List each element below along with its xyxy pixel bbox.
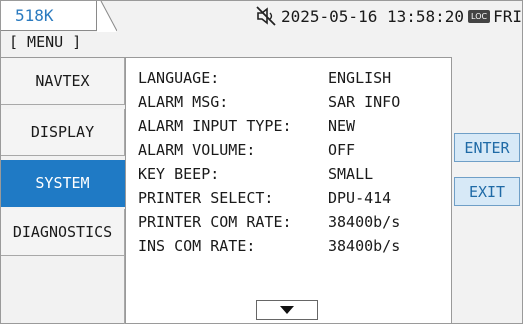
speaker-muted-icon (256, 6, 276, 26)
setting-row-printer-com-rate[interactable]: PRINTER COM RATE: 38400b/s (138, 210, 448, 234)
nav-item-label: DIAGNOSTICS (12, 223, 113, 241)
setting-row-alarm-msg[interactable]: ALARM MSG: SAR INFO (138, 90, 448, 114)
nav-item-display[interactable]: DISPLAY (1, 109, 125, 156)
setting-row-alarm-input-type[interactable]: ALARM INPUT TYPE: NEW (138, 114, 448, 138)
nav-item-label: DISPLAY (30, 123, 95, 141)
scroll-down-button[interactable] (256, 300, 318, 320)
setting-label: PRINTER SELECT: (138, 189, 274, 207)
nav-item-navtex[interactable]: NAVTEX (1, 58, 125, 105)
exit-label: EXIT (468, 182, 506, 201)
setting-value: 38400b/s (328, 237, 401, 255)
setting-label: ALARM VOLUME: (138, 141, 256, 159)
softkey-column: ENTER EXIT (452, 57, 522, 323)
menu-label: [ MENU ] (9, 33, 82, 51)
header-bar: 518K 2025-05-16 13:58:20 LOC FRI [ MENU … (1, 1, 522, 51)
nav-item-label: SYSTEM (35, 174, 90, 192)
setting-label: ALARM MSG: (138, 93, 229, 111)
setting-value: NEW (328, 117, 356, 135)
setting-value: 38400b/s (328, 213, 401, 231)
status-area: 2025-05-16 13:58:20 LOC FRI (255, 1, 522, 31)
enter-label: ENTER (464, 138, 510, 157)
setting-row-ins-com-rate[interactable]: INS COM RATE: 38400b/s (138, 234, 448, 258)
frequency-tab-edge (97, 1, 117, 32)
loc-badge: LOC (468, 9, 491, 23)
setting-label: INS COM RATE: (138, 237, 256, 255)
system-settings-panel: LANGUAGE: ENGLISH ALARM MSG: SAR INFO AL… (125, 57, 452, 323)
frequency-label: 518K (15, 6, 54, 25)
nav-item-label: NAVTEX (35, 72, 90, 90)
setting-label: ALARM INPUT TYPE: (138, 117, 292, 135)
setting-value: SMALL (328, 165, 374, 183)
nav-item-system[interactable]: SYSTEM (1, 160, 125, 207)
navtex-screen: 518K 2025-05-16 13:58:20 LOC FRI [ MENU … (0, 0, 523, 324)
triangle-down-icon (280, 306, 294, 314)
day-of-week: FRI (493, 6, 522, 26)
setting-value: DPU-414 (328, 189, 392, 207)
enter-button[interactable]: ENTER (454, 133, 520, 162)
setting-row-key-beep[interactable]: KEY BEEP: SMALL (138, 162, 448, 186)
nav-item-diagnostics[interactable]: DIAGNOSTICS (1, 209, 125, 256)
frequency-tab[interactable]: 518K (1, 1, 97, 31)
setting-label: LANGUAGE: (138, 69, 220, 87)
exit-button[interactable]: EXIT (454, 177, 520, 206)
setting-row-printer-select[interactable]: PRINTER SELECT: DPU-414 (138, 186, 448, 210)
setting-row-language[interactable]: LANGUAGE: ENGLISH (138, 66, 448, 90)
setting-row-alarm-volume[interactable]: ALARM VOLUME: OFF (138, 138, 448, 162)
menu-nav: NAVTEX DISPLAY SYSTEM DIAGNOSTICS (1, 57, 125, 324)
datetime: 2025-05-16 13:58:20 (281, 6, 465, 26)
setting-value: ENGLISH (328, 69, 392, 87)
setting-label: KEY BEEP: (138, 165, 220, 183)
setting-value: SAR INFO (328, 93, 401, 111)
nav-empty-area (1, 256, 125, 324)
setting-value: OFF (328, 141, 356, 159)
setting-label: PRINTER COM RATE: (138, 213, 292, 231)
